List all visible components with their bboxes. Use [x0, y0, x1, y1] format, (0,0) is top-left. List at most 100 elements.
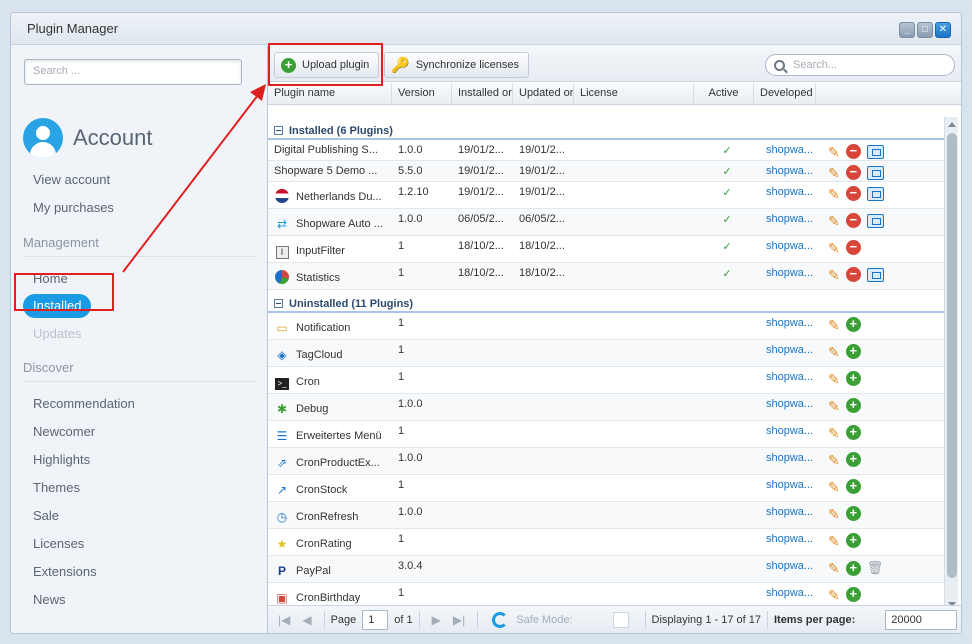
install-icon[interactable]: + — [845, 560, 861, 576]
developer-link[interactable]: shopwa... — [760, 367, 822, 383]
developer-link[interactable]: shopwa... — [760, 340, 822, 356]
sidebar-search-input[interactable]: Search ... — [24, 59, 242, 85]
table-row[interactable]: Statistics 1 18/10/2... 18/10/2... ✓ shopwa..… — [268, 263, 944, 290]
sidebar-item-news[interactable]: News — [33, 592, 66, 607]
developer-link[interactable]: shopwa... — [760, 529, 822, 545]
uninstall-icon[interactable]: − — [845, 144, 861, 159]
table-row[interactable]: ★ CronRating 1 shopwa... ✎ + — [268, 529, 944, 556]
developer-link[interactable]: shopwa... — [760, 448, 822, 464]
install-icon[interactable]: + — [845, 479, 861, 494]
developer-link[interactable]: shopwa... — [760, 313, 822, 329]
scroll-up-icon[interactable] — [948, 122, 956, 127]
table-row[interactable]: ◷ CronRefresh 1.0.0 shopwa... ✎ + — [268, 502, 944, 529]
developer-link[interactable]: shopwa... — [760, 209, 822, 225]
next-page-icon[interactable]: ▶ — [432, 613, 441, 627]
table-row[interactable]: ◈ TagCloud 1 shopwa... ✎ + — [268, 340, 944, 367]
column-header-plugin-name[interactable]: Plugin name — [268, 83, 392, 104]
update-icon[interactable] — [866, 186, 884, 201]
developer-link[interactable]: shopwa... — [760, 182, 822, 198]
install-icon[interactable]: + — [845, 533, 861, 548]
developer-link[interactable]: shopwa... — [760, 556, 822, 572]
group-uninstalled[interactable]: Uninstalled (11 Plugins) — [268, 290, 944, 313]
sidebar-item-themes[interactable]: Themes — [33, 480, 80, 495]
table-row[interactable]: >_ Cron 1 shopwa... ✎ + — [268, 367, 944, 394]
minimize-button[interactable]: _ — [899, 22, 915, 38]
uninstall-icon[interactable]: − — [845, 213, 861, 228]
trash-icon[interactable]: 🗑 — [867, 560, 884, 576]
developer-link[interactable]: shopwa... — [760, 394, 822, 410]
items-per-page-input[interactable]: 20000 — [885, 609, 958, 630]
column-header-developer[interactable]: Developed — [754, 83, 816, 104]
edit-icon[interactable]: ✎ — [828, 426, 840, 440]
update-icon[interactable] — [866, 165, 884, 180]
edit-icon[interactable]: ✎ — [828, 588, 840, 602]
edit-icon[interactable]: ✎ — [828, 561, 840, 575]
group-installed[interactable]: Installed (6 Plugins) — [268, 117, 944, 140]
maximize-button[interactable]: □ — [917, 22, 933, 38]
sidebar-item-extensions[interactable]: Extensions — [33, 564, 97, 579]
edit-icon[interactable]: ✎ — [828, 534, 840, 548]
edit-icon[interactable]: ✎ — [828, 241, 840, 255]
edit-icon[interactable]: ✎ — [828, 507, 840, 521]
edit-icon[interactable]: ✎ — [828, 480, 840, 494]
table-row[interactable]: Shopware 5 Demo ... 5.5.0 19/01/2... 19/01/… — [268, 161, 944, 182]
column-header-version[interactable]: Version — [392, 83, 452, 104]
table-row[interactable]: ⇗ CronProductEx... 1.0.0 shopwa... ✎ + — [268, 448, 944, 475]
table-row[interactable]: ▭ Notification 1 shopwa... ✎ + — [268, 313, 944, 340]
table-row[interactable]: ↗ CronStock 1 shopwa... ✎ + — [268, 475, 944, 502]
edit-icon[interactable]: ✎ — [828, 372, 840, 386]
collapse-icon[interactable] — [274, 126, 283, 135]
edit-icon[interactable]: ✎ — [828, 214, 840, 228]
developer-link[interactable]: shopwa... — [760, 475, 822, 491]
edit-icon[interactable]: ✎ — [828, 187, 840, 201]
sidebar-item-licenses[interactable]: Licenses — [33, 536, 84, 551]
table-row[interactable]: ⇄ Shopware Auto ... 1.0.0 06/05/2... 06/05/2… — [268, 209, 944, 236]
developer-link[interactable]: shopwa... — [760, 502, 822, 518]
install-icon[interactable]: + — [845, 587, 861, 602]
uninstall-icon[interactable]: − — [845, 186, 861, 201]
developer-link[interactable]: shopwa... — [760, 421, 822, 437]
update-icon[interactable] — [866, 213, 884, 228]
install-icon[interactable]: + — [845, 506, 861, 521]
install-icon[interactable]: + — [845, 425, 861, 440]
table-row[interactable]: Netherlands Du... 1.2.10 19/01/2... 19/01/2… — [268, 182, 944, 209]
developer-link[interactable]: shopwa... — [760, 161, 822, 177]
developer-link[interactable]: shopwa... — [760, 140, 822, 156]
refresh-icon[interactable] — [492, 611, 509, 628]
column-header-license[interactable]: License — [574, 83, 694, 104]
uninstall-icon[interactable]: − — [845, 165, 861, 180]
sidebar-item-sale[interactable]: Sale — [33, 508, 59, 523]
safe-mode-checkbox[interactable] — [612, 611, 629, 628]
table-row[interactable]: P PayPal 3.0.4 shopwa... ✎ + 🗑 — [268, 556, 944, 583]
column-header-installed[interactable]: Installed or — [452, 83, 513, 104]
scrollbar-thumb[interactable] — [947, 133, 957, 578]
sidebar-item-recommendation[interactable]: Recommendation — [33, 396, 135, 411]
update-icon[interactable] — [866, 267, 884, 282]
page-number-input[interactable]: 1 — [362, 609, 389, 630]
table-row[interactable]: ☰ Erweitertes Menü 1 shopwa... ✎ + — [268, 421, 944, 448]
table-row[interactable]: I InputFilter 1 18/10/2... 18/10/2... ✓ shopwa… — [268, 236, 944, 263]
table-row[interactable]: ✱ Debug 1.0.0 shopwa... ✎ + — [268, 394, 944, 421]
edit-icon[interactable]: ✎ — [828, 166, 840, 180]
developer-link[interactable]: shopwa... — [760, 263, 822, 279]
install-icon[interactable]: + — [845, 371, 861, 386]
install-icon[interactable]: + — [845, 452, 861, 467]
sidebar-item-view-account[interactable]: View account — [33, 172, 110, 187]
close-button[interactable]: ✕ — [935, 22, 951, 38]
edit-icon[interactable]: ✎ — [828, 268, 840, 282]
install-icon[interactable]: + — [845, 317, 861, 332]
sidebar-item-my-purchases[interactable]: My purchases — [33, 200, 114, 215]
grid-scrollbar[interactable] — [944, 117, 958, 612]
edit-icon[interactable]: ✎ — [828, 399, 840, 413]
uninstall-icon[interactable]: − — [845, 267, 861, 282]
collapse-icon[interactable] — [274, 299, 283, 308]
sidebar-item-newcomer[interactable]: Newcomer — [33, 424, 95, 439]
table-row[interactable]: Digital Publishing S... 1.0.0 19/01/2... 19… — [268, 140, 944, 161]
column-header-active[interactable]: Active — [694, 83, 754, 104]
edit-icon[interactable]: ✎ — [828, 145, 840, 159]
column-header-updated[interactable]: Updated or — [513, 83, 574, 104]
edit-icon[interactable]: ✎ — [828, 318, 840, 332]
developer-link[interactable]: shopwa... — [760, 583, 822, 599]
edit-icon[interactable]: ✎ — [828, 453, 840, 467]
plugin-search-input[interactable]: Search... — [765, 54, 955, 76]
